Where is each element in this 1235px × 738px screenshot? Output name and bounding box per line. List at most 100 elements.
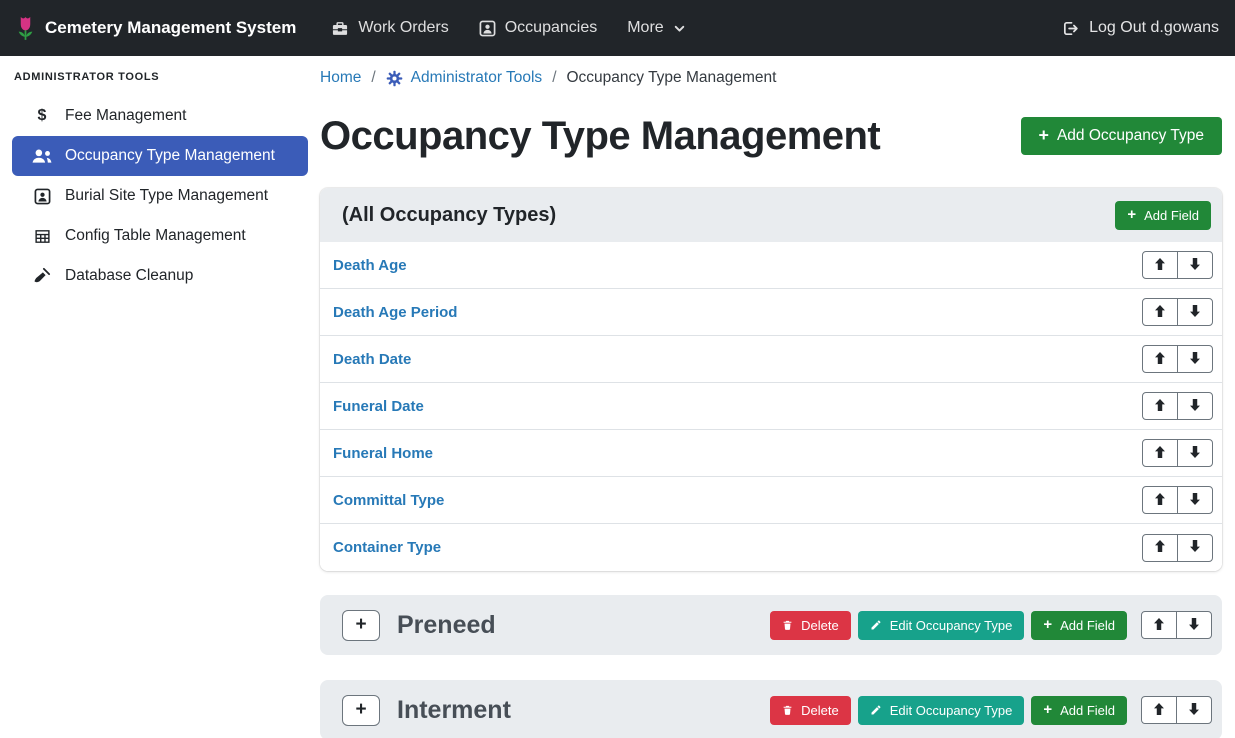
main-content: Home / Administrator Tools / Occupancy T… xyxy=(320,56,1222,738)
move-down-button[interactable] xyxy=(1177,534,1213,562)
add-occupancy-type-label: Add Occupancy Type xyxy=(1057,127,1204,145)
users-icon xyxy=(29,148,55,164)
sidebar-heading: Administrator Tools xyxy=(12,69,308,96)
move-up-button[interactable] xyxy=(1142,392,1178,420)
dollar-icon: $ xyxy=(29,107,55,125)
add-field-button[interactable]: + Add Field xyxy=(1031,696,1127,725)
field-row: Death Age Period xyxy=(320,289,1222,336)
all-occupancy-types-card: (All Occupancy Types) + Add Field Death … xyxy=(320,188,1222,571)
move-down-button[interactable] xyxy=(1177,345,1213,373)
arrow-up-icon xyxy=(1154,398,1166,415)
sidebar-item-label: Occupancy Type Management xyxy=(65,147,275,165)
reorder-controls xyxy=(1142,345,1213,373)
nav-work-orders[interactable]: Work Orders xyxy=(316,11,463,45)
section-actions: Delete Edit Occupancy Type + Add Field xyxy=(770,611,1212,640)
move-down-button[interactable] xyxy=(1177,251,1213,279)
move-down-button[interactable] xyxy=(1176,611,1212,639)
move-down-button[interactable] xyxy=(1177,439,1213,467)
breadcrumb-administrator-tools[interactable]: Administrator Tools xyxy=(386,69,543,87)
reorder-controls xyxy=(1142,392,1213,420)
delete-button[interactable]: Delete xyxy=(770,611,851,640)
add-field-label: Add Field xyxy=(1060,618,1115,633)
move-up-button[interactable] xyxy=(1142,345,1178,373)
app-brand[interactable]: Cemetery Management System xyxy=(16,14,296,42)
reorder-controls xyxy=(1142,298,1213,326)
field-row: Committal Type xyxy=(320,477,1222,524)
sidebar-item-burial-site-type-management[interactable]: Burial Site Type Management xyxy=(12,176,308,216)
gear-icon xyxy=(386,70,403,87)
breadcrumb-current: Occupancy Type Management xyxy=(567,69,777,87)
arrow-up-icon xyxy=(1154,539,1166,556)
edit-occupancy-type-button[interactable]: Edit Occupancy Type xyxy=(858,611,1025,640)
app-title: Cemetery Management System xyxy=(45,18,296,38)
logout-link[interactable]: Log Out d.gowans xyxy=(1061,19,1219,37)
nav-occupancies-label: Occupancies xyxy=(505,19,598,37)
sidebar-item-label: Fee Management xyxy=(65,107,187,125)
nav-occupancies[interactable]: Occupancies xyxy=(464,11,613,45)
move-up-button[interactable] xyxy=(1142,251,1178,279)
table-icon xyxy=(29,228,55,245)
arrow-down-icon xyxy=(1189,304,1201,321)
nav-more[interactable]: More xyxy=(612,11,700,45)
arrow-up-icon xyxy=(1154,492,1166,509)
breadcrumb-home[interactable]: Home xyxy=(320,69,361,87)
reorder-controls xyxy=(1142,251,1213,279)
move-down-button[interactable] xyxy=(1176,696,1212,724)
move-up-button[interactable] xyxy=(1142,298,1178,326)
add-field-label: Add Field xyxy=(1144,208,1199,223)
toolbox-icon xyxy=(331,20,349,37)
move-down-button[interactable] xyxy=(1177,486,1213,514)
tulip-icon xyxy=(16,14,35,42)
field-link[interactable]: Death Age xyxy=(333,257,407,274)
reorder-controls xyxy=(1142,439,1213,467)
sidebar-item-fee-management[interactable]: $ Fee Management xyxy=(12,96,308,136)
reorder-controls xyxy=(1141,611,1212,639)
edit-occupancy-type-button[interactable]: Edit Occupancy Type xyxy=(858,696,1025,725)
move-up-button[interactable] xyxy=(1142,534,1178,562)
field-link[interactable]: Container Type xyxy=(333,539,441,556)
card-header: (All Occupancy Types) + Add Field xyxy=(320,188,1222,242)
breadcrumb-separator: / xyxy=(371,69,375,87)
move-up-button[interactable] xyxy=(1142,439,1178,467)
field-link[interactable]: Committal Type xyxy=(333,492,444,509)
sidebar-item-config-table-management[interactable]: Config Table Management xyxy=(12,216,308,256)
card-title: (All Occupancy Types) xyxy=(342,204,556,227)
arrow-up-icon xyxy=(1153,702,1165,719)
plus-icon: + xyxy=(1043,618,1052,633)
reorder-controls xyxy=(1141,696,1212,724)
add-field-button[interactable]: + Add Field xyxy=(1031,611,1127,640)
arrow-up-icon xyxy=(1154,445,1166,462)
move-down-button[interactable] xyxy=(1177,298,1213,326)
move-up-button[interactable] xyxy=(1141,611,1177,639)
delete-button[interactable]: Delete xyxy=(770,696,851,725)
sidebar-item-occupancy-type-management[interactable]: Occupancy Type Management xyxy=(12,136,308,176)
add-field-button[interactable]: + Add Field xyxy=(1115,201,1211,230)
person-square-icon xyxy=(479,20,496,37)
field-link[interactable]: Death Date xyxy=(333,351,411,368)
move-down-button[interactable] xyxy=(1177,392,1213,420)
move-up-button[interactable] xyxy=(1142,486,1178,514)
field-link[interactable]: Death Age Period xyxy=(333,304,457,321)
add-occupancy-type-button[interactable]: + Add Occupancy Type xyxy=(1021,117,1222,155)
arrow-down-icon xyxy=(1189,492,1201,509)
field-link[interactable]: Funeral Home xyxy=(333,445,433,462)
field-link[interactable]: Funeral Date xyxy=(333,398,424,415)
title-row: Occupancy Type Management + Add Occupanc… xyxy=(320,112,1222,160)
breadcrumb-administrator-tools-label: Administrator Tools xyxy=(411,69,543,87)
expand-button[interactable]: + xyxy=(342,610,380,641)
pencil-icon xyxy=(870,619,882,631)
expand-button[interactable]: + xyxy=(342,695,380,726)
arrow-down-icon xyxy=(1189,539,1201,556)
person-square-icon xyxy=(29,188,55,205)
move-up-button[interactable] xyxy=(1141,696,1177,724)
arrow-up-icon xyxy=(1153,617,1165,634)
field-row: Container Type xyxy=(320,524,1222,571)
plus-icon: + xyxy=(1127,208,1136,223)
pencil-icon xyxy=(870,704,882,716)
sidebar: Administrator Tools $ Fee Management Occ… xyxy=(0,56,320,296)
breadcrumb: Home / Administrator Tools / Occupancy T… xyxy=(320,68,1222,88)
arrow-down-icon xyxy=(1188,702,1200,719)
breadcrumb-separator: / xyxy=(552,69,556,87)
sidebar-item-database-cleanup[interactable]: Database Cleanup xyxy=(12,256,308,296)
add-field-label: Add Field xyxy=(1060,703,1115,718)
